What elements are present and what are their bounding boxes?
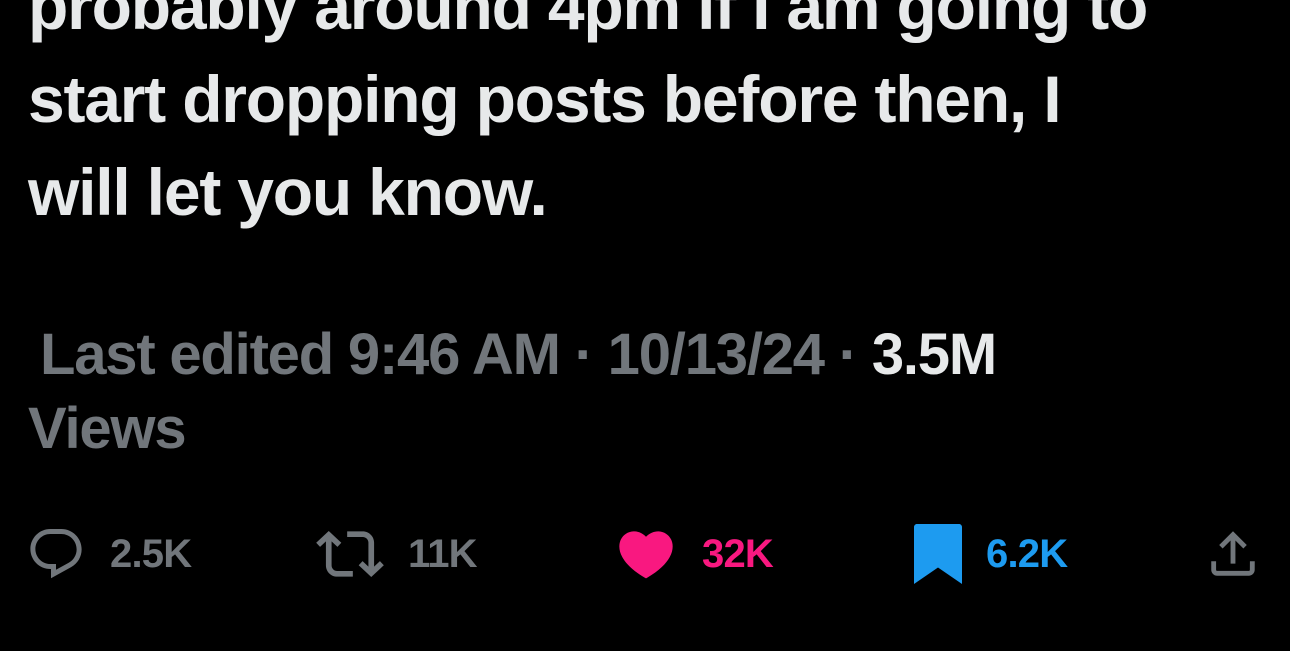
retweet-button[interactable]: 11K [316,518,478,590]
reply-icon [30,529,82,579]
bookmark-button[interactable]: 6.2K [914,518,1068,590]
bookmark-count: 6.2K [986,532,1068,576]
like-count: 32K [702,532,774,576]
reply-count: 2.5K [110,532,192,576]
tweet-action-bar: 2.5K 11K 32K 6.2K [0,518,1290,590]
tweet-text: probably around 4pm if I am going to sta… [28,0,1278,239]
share-icon [1211,531,1255,576]
views-count[interactable]: 3.5M [872,322,997,387]
tweet-metadata: Last edited 9:46 AM · 10/13/24 · 3.5M Vi… [28,318,1278,466]
share-button[interactable] [1204,518,1262,590]
bookmark-icon [914,524,962,584]
retweet-count: 11K [408,532,478,576]
edited-timestamp-link[interactable]: Last edited 9:46 AM · 10/13/24 [40,322,825,387]
tweet-detail-view: probably around 4pm if I am going to sta… [0,0,1290,651]
like-icon [619,531,673,579]
reply-button[interactable]: 2.5K [26,518,192,590]
metadata-separator: · [838,322,858,387]
retweet-icon [316,530,384,578]
tweet-text-line: probably around 4pm if I am going to [28,0,1148,43]
like-button[interactable]: 32K [614,518,774,590]
views-label: Views [28,396,187,461]
tweet-text-line: will let you know. [28,155,548,229]
tweet-metadata-line: Last edited 9:46 AM · 10/13/24 · 3.5M [28,318,1278,392]
tweet-text-line: start dropping posts before then, I [28,62,1062,136]
